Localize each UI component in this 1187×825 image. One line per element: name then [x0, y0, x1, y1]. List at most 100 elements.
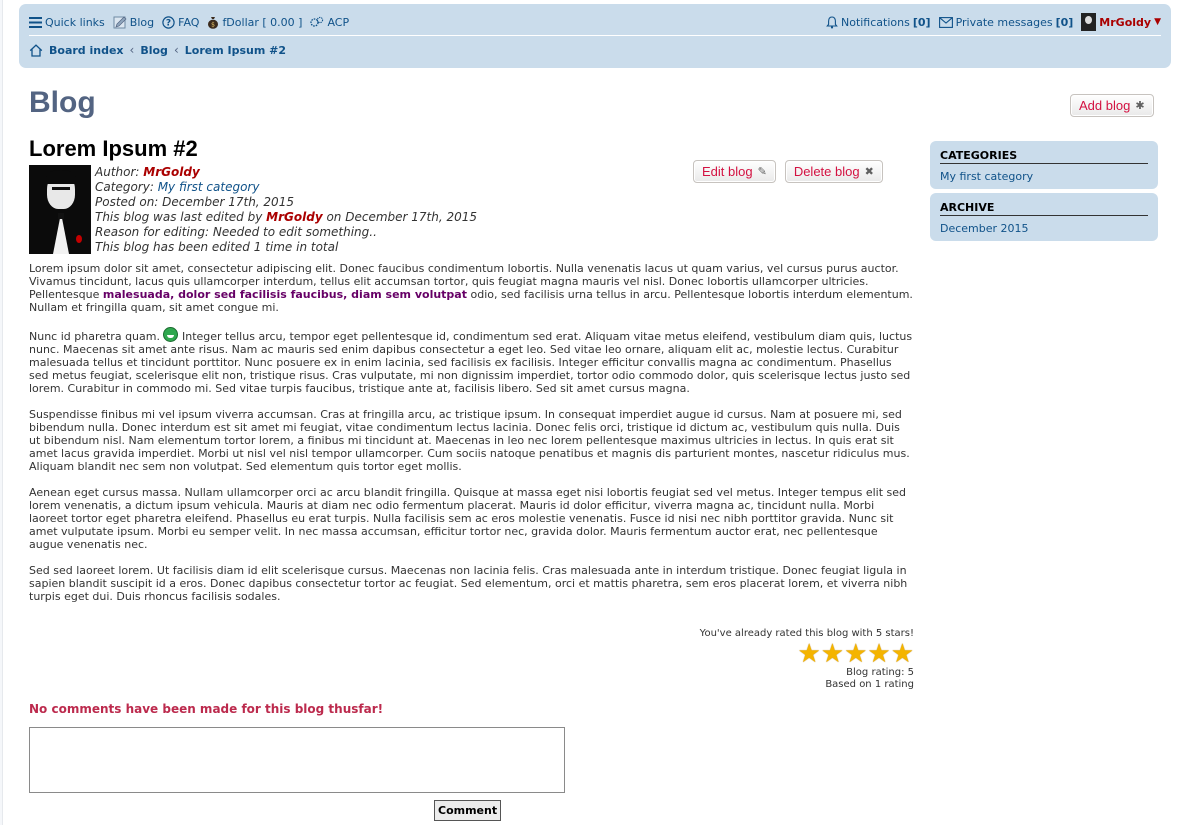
- edited-suffix: on December 17th, 2015: [326, 210, 478, 224]
- author-link[interactable]: MrGoldy: [143, 165, 199, 179]
- nav-faq-link[interactable]: ? FAQ: [162, 16, 199, 29]
- blog-icon: [113, 16, 127, 29]
- meta-reason-line: Reason for editing: Needed to edit somet…: [95, 225, 377, 239]
- nav-fdollar-link[interactable]: $ fDollar [ 0.00 ]: [207, 16, 302, 29]
- close-icon: ✖: [864, 166, 874, 178]
- nav-acp-label: ACP: [327, 15, 350, 29]
- edited-by-link[interactable]: MrGoldy: [266, 210, 322, 224]
- star-icon[interactable]: ★: [797, 641, 820, 667]
- blog-paragraph: Suspendisse finibus mi vel ipsum viverra…: [29, 408, 910, 473]
- delete-blog-button[interactable]: Delete blog ✖: [784, 160, 883, 183]
- blog-paragraph: Aenean eget cursus massa. Nullam ullamco…: [29, 486, 907, 551]
- star-icon[interactable]: ★: [844, 641, 867, 667]
- categories-title: CATEGORIES: [940, 149, 1148, 164]
- meta-category-line: Category: My first category: [95, 180, 477, 195]
- private-messages-count: [0]: [1055, 15, 1074, 29]
- bold-text: malesuada, dolor sed facilisis faucibus,…: [102, 288, 467, 301]
- nav-blog-label: Blog: [129, 15, 155, 29]
- nav-left: Quick links Blog ? FAQ $ fDollar [ 0.00 …: [29, 15, 349, 29]
- meta-edit-count: This blog has been edited 1 time in tota…: [95, 240, 339, 254]
- envelope-icon: [938, 16, 953, 28]
- add-blog-button[interactable]: Add blog ✱: [1070, 94, 1154, 117]
- posted-date: December 17th, 2015: [162, 195, 294, 209]
- nav-fdollar-label: fDollar [ 0.00 ]: [222, 15, 303, 29]
- meta-author-line: Author: MrGoldy: [95, 165, 477, 180]
- archive-panel: ARCHIVE December 2015: [930, 193, 1158, 241]
- notifications-count: [0]: [912, 15, 931, 29]
- category-label: Category:: [95, 180, 154, 194]
- comment-submit-button[interactable]: Comment: [434, 800, 502, 821]
- delete-blog-label: Delete blog: [793, 164, 860, 179]
- blog-paragraph: Lorem ipsum dolor sit amet, consectetur …: [29, 262, 913, 314]
- navbar-divider: [29, 35, 1161, 36]
- paragraph-text: Integer tellus arcu, tempor eget pellent…: [29, 330, 913, 395]
- pencil-icon: ✎: [757, 166, 767, 178]
- blog-meta: Author: MrGoldy Category: My first categ…: [29, 165, 477, 255]
- archive-title: ARCHIVE: [940, 201, 1148, 216]
- edit-blog-label: Edit blog: [702, 164, 753, 179]
- category-link[interactable]: My first category: [158, 180, 260, 194]
- quick-links-label: Quick links: [45, 15, 105, 29]
- hamburger-icon: [29, 16, 42, 28]
- page: Quick links Blog ? FAQ $ fDollar [ 0.00 …: [2, 0, 1187, 825]
- meta-posted-line: Posted on: December 17th, 2015: [95, 195, 477, 210]
- nav-faq-label: FAQ: [178, 15, 200, 29]
- breadcrumb-current[interactable]: Lorem Ipsum #2: [185, 44, 286, 57]
- star-icon[interactable]: ★: [891, 641, 914, 667]
- notifications-link[interactable]: Notifications [0]: [826, 16, 931, 29]
- user-menu-name: MrGoldy: [1099, 15, 1152, 29]
- blog-paragraph: Sed sed laoreet lorem. Ut facilisis diam…: [29, 564, 908, 603]
- private-messages-label: Private messages: [955, 15, 1053, 29]
- paragraph-text: Nunc id pharetra quam.: [29, 330, 160, 343]
- rating-count: Based on 1 rating: [825, 679, 914, 690]
- quick-links-menu[interactable]: Quick links: [29, 16, 105, 29]
- gears-icon: [310, 16, 324, 27]
- blog-meta-lines: Author: MrGoldy Category: My first categ…: [95, 165, 477, 255]
- blog-main: Lorem Ipsum #2 Edit blog ✎ Delete blog ✖…: [29, 136, 914, 821]
- money-bag-icon: $: [208, 16, 219, 29]
- smiley-icon: [163, 327, 179, 342]
- caret-down-icon: ▼: [1154, 17, 1161, 27]
- notifications-label: Notifications: [840, 15, 910, 29]
- blog-rating: You've already rated this blog with 5 st…: [700, 628, 914, 691]
- private-messages-link[interactable]: Private messages [0]: [938, 15, 1074, 29]
- sidebar-archive-link[interactable]: December 2015: [940, 222, 1148, 235]
- chevron-left-icon: ‹: [173, 43, 179, 57]
- user-menu[interactable]: MrGoldy ▼: [1081, 13, 1161, 31]
- author-avatar[interactable]: [29, 165, 91, 254]
- sidebar: CATEGORIES My first category ARCHIVE Dec…: [930, 141, 1158, 245]
- posted-label: Posted on:: [95, 195, 159, 209]
- faq-icon: ?: [162, 15, 175, 29]
- meta-edited-line: This blog was last edited by MrGoldy on …: [95, 210, 477, 225]
- nav-right: Notifications [0] Private messages [0] M…: [826, 13, 1161, 31]
- star-icon[interactable]: ★: [821, 641, 844, 667]
- svg-text:?: ?: [166, 18, 171, 28]
- blog-content: Lorem ipsum dolor sit amet, consectetur …: [29, 262, 913, 616]
- breadcrumb-board-index[interactable]: Board index: [49, 44, 124, 57]
- rating-stars: ★ ★ ★ ★ ★: [700, 641, 914, 667]
- nav-acp-link[interactable]: ACP: [310, 16, 349, 29]
- navbar: Quick links Blog ? FAQ $ fDollar [ 0.00 …: [19, 4, 1171, 68]
- breadcrumb-blog[interactable]: Blog: [140, 44, 168, 57]
- edit-blog-button[interactable]: Edit blog ✎: [693, 160, 776, 183]
- star-icon[interactable]: ★: [867, 641, 890, 667]
- no-comments-message: No comments have been made for this blog…: [29, 702, 384, 716]
- page-title[interactable]: Blog: [29, 86, 96, 120]
- bell-icon: [826, 15, 838, 28]
- sidebar-category-link[interactable]: My first category: [940, 170, 1148, 183]
- nav-blog-link[interactable]: Blog: [113, 15, 154, 29]
- home-icon: [29, 43, 43, 57]
- author-label: Author:: [95, 165, 140, 179]
- blog-title: Lorem Ipsum #2: [29, 136, 198, 161]
- add-blog-label: Add blog: [1079, 98, 1131, 113]
- edited-prefix: This blog was last edited by: [95, 210, 263, 224]
- svg-text:$: $: [212, 21, 216, 28]
- blog-actions: Edit blog ✎ Delete blog ✖: [693, 160, 883, 183]
- breadcrumb: Board index ‹ Blog ‹ Lorem Ipsum #2: [29, 43, 286, 57]
- star-icon: ✱: [1135, 100, 1145, 112]
- nav-top: Quick links Blog ? FAQ $ fDollar [ 0.00 …: [29, 12, 1161, 32]
- comment-textarea[interactable]: [29, 727, 565, 793]
- categories-panel: CATEGORIES My first category: [930, 141, 1158, 189]
- chevron-left-icon: ‹: [129, 43, 135, 57]
- blog-paragraph: Nunc id pharetra quam. Integer tellus ar…: [29, 327, 913, 395]
